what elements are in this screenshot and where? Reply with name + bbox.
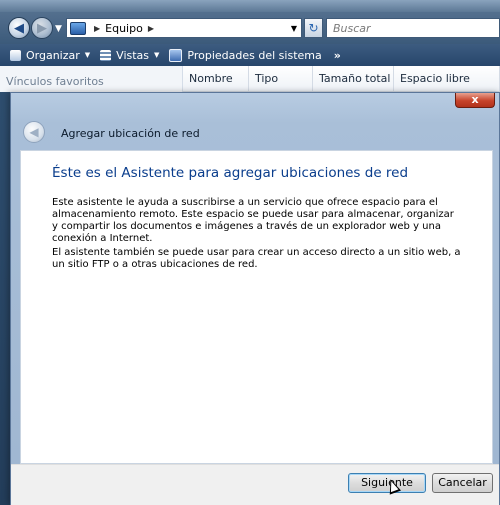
refresh-icon[interactable]: ↻	[304, 18, 323, 38]
breadcrumb-separator-icon[interactable]: ▶	[148, 24, 154, 33]
wizard-content: Éste es el Asistente para agregar ubicac…	[20, 150, 493, 464]
wizard-footer: Siguiente Cancelar	[11, 464, 499, 505]
add-network-location-wizard: x ◀ Agregar ubicación de red Éste es el …	[10, 92, 500, 505]
views-icon	[100, 49, 112, 61]
chevron-down-icon: ▼	[154, 51, 160, 59]
organize-icon	[10, 49, 21, 61]
breadcrumb-separator-icon[interactable]: ▶	[94, 24, 100, 33]
column-header-type[interactable]: Tipo	[249, 66, 313, 92]
organize-label: Organizar	[26, 48, 80, 62]
system-properties-icon	[169, 48, 183, 62]
wizard-title: Agregar ubicación de red	[61, 127, 200, 140]
forward-arrow-icon[interactable]: ▶	[31, 17, 53, 39]
address-box[interactable]: ▶ Equipo ▶ ▼	[66, 18, 302, 38]
wizard-description: Este asistente le ayuda a suscribirse a …	[52, 197, 454, 244]
favorite-links-header: Vínculos favoritos	[0, 66, 183, 92]
back-arrow-icon: ◀	[23, 121, 45, 143]
search-input[interactable]: Buscar	[326, 18, 500, 38]
more-commands-button[interactable]: »	[334, 49, 341, 62]
column-header-name[interactable]: Nombre	[183, 66, 249, 92]
chevron-down-icon: ▼	[84, 51, 91, 59]
wizard-heading: Éste es el Asistente para agregar ubicac…	[52, 165, 409, 181]
breadcrumb-equipo[interactable]: Equipo	[105, 22, 143, 35]
cancel-button[interactable]: Cancelar	[432, 473, 493, 493]
command-bar: Organizar ▼ Vistas ▼ Propiedades del sis…	[0, 44, 500, 66]
wizard-note: El asistente también se puede usar para …	[52, 247, 461, 270]
views-label: Vistas	[116, 48, 150, 62]
column-header-free-space[interactable]: Espacio libre	[394, 66, 500, 92]
close-icon[interactable]: x	[455, 93, 495, 108]
views-button[interactable]: Vistas ▼	[100, 49, 159, 62]
explorer-title-strip	[0, 0, 500, 12]
computer-icon	[70, 21, 86, 35]
address-bar-area: ◀ ▶ ▼ ▶ Equipo ▶ ▼ ↻ Buscar	[0, 12, 500, 44]
organize-button[interactable]: Organizar ▼	[10, 49, 90, 62]
back-arrow-icon[interactable]: ◀	[8, 17, 30, 39]
address-dropdown-icon[interactable]: ▼	[291, 24, 297, 33]
system-properties-button[interactable]: Propiedades del sistema	[169, 48, 322, 62]
system-properties-label: Propiedades del sistema	[187, 48, 322, 62]
column-header-total-size[interactable]: Tamaño total	[313, 66, 394, 92]
recent-pages-dropdown-icon[interactable]: ▼	[55, 24, 62, 34]
